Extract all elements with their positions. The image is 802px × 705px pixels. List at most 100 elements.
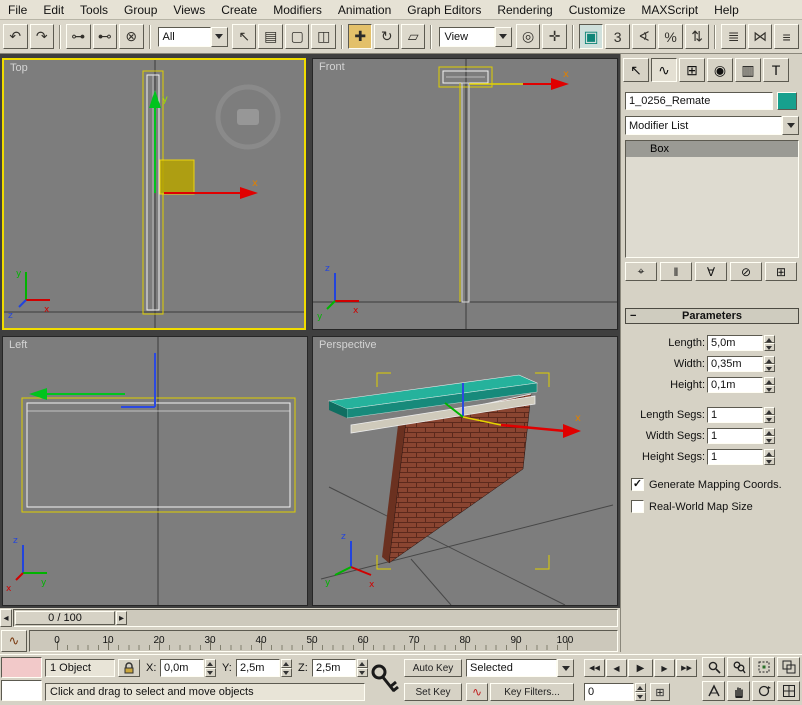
selection-set-arrow[interactable] xyxy=(557,659,574,677)
selection-filter-dropdown[interactable]: All xyxy=(158,27,228,47)
unlink-icon[interactable]: ⊷ xyxy=(93,24,118,49)
mini-curve-editor-icon[interactable]: ∿ xyxy=(1,630,27,652)
maximize-viewport-icon[interactable] xyxy=(777,681,800,701)
height-segs-spinner[interactable] xyxy=(764,449,775,465)
redo-icon[interactable]: ↷ xyxy=(30,24,55,49)
menu-rendering[interactable]: Rendering xyxy=(489,1,560,19)
pin-stack-icon[interactable]: ⌖ xyxy=(625,262,657,281)
width-spinner[interactable] xyxy=(764,356,775,372)
width-segs-field[interactable]: 1 xyxy=(707,428,763,444)
time-slider-next-icon[interactable]: ▸ xyxy=(116,611,127,625)
current-frame-spinner[interactable] xyxy=(635,683,646,701)
zoom-all-icon[interactable] xyxy=(727,657,750,677)
menu-maxscript[interactable]: MAXScript xyxy=(633,1,706,19)
selection-lock-icon[interactable] xyxy=(118,659,140,677)
time-slider-thumb[interactable]: 0 / 100 xyxy=(15,611,115,625)
field-of-view-icon[interactable] xyxy=(702,681,725,701)
height-spinner[interactable] xyxy=(764,377,775,393)
rectangular-region-icon[interactable]: ▢ xyxy=(285,24,310,49)
z-coord-spinner[interactable] xyxy=(357,659,368,677)
rollout-collapse-icon[interactable]: − xyxy=(630,310,636,322)
length-segs-spinner[interactable] xyxy=(764,407,775,423)
make-unique-icon[interactable]: ∀ xyxy=(695,262,727,281)
go-to-end-icon[interactable]: ▶▶ xyxy=(676,659,697,677)
use-pivot-center-icon[interactable]: ◎ xyxy=(516,24,541,49)
height-field[interactable]: 0,1m xyxy=(707,377,763,393)
configure-modifier-sets-icon[interactable]: ⊞ xyxy=(765,262,797,281)
tab-display[interactable]: ▥ xyxy=(735,58,761,82)
length-segs-field[interactable]: 1 xyxy=(707,407,763,423)
tab-motion[interactable]: ◉ xyxy=(707,58,733,82)
spinner-snap-icon[interactable]: ⇅ xyxy=(685,24,710,49)
select-and-rotate-icon[interactable]: ↻ xyxy=(374,24,399,49)
time-config-icon[interactable]: ⊞ xyxy=(650,683,670,701)
maxscript-mini-listener[interactable] xyxy=(1,680,42,701)
snaps-toggle-icon[interactable]: ▣ xyxy=(579,24,604,49)
gizmo-plane-handle[interactable] xyxy=(160,160,194,194)
x-coord-spinner[interactable] xyxy=(205,659,216,677)
width-field[interactable]: 0,35m xyxy=(707,356,763,372)
show-end-result-icon[interactable]: ‖ xyxy=(660,262,692,281)
maxscript-mini-listener-macro[interactable] xyxy=(1,657,42,678)
y-coord-field[interactable]: 2,5m xyxy=(236,659,280,677)
menu-modifiers[interactable]: Modifiers xyxy=(265,1,330,19)
remove-modifier-icon[interactable]: ⊘ xyxy=(730,262,762,281)
menu-group[interactable]: Group xyxy=(116,1,165,19)
height-segs-field[interactable]: 1 xyxy=(707,449,763,465)
default-tangents-icon[interactable]: ∿ xyxy=(466,683,488,701)
modifier-list-dropdown[interactable]: Modifier List xyxy=(625,116,782,135)
align-icon[interactable]: ≡ xyxy=(774,24,799,49)
select-and-manipulate-icon[interactable]: ✛ xyxy=(542,24,567,49)
pan-hand-icon[interactable] xyxy=(727,681,750,701)
angle-snap-icon[interactable]: ∢ xyxy=(632,24,657,49)
menu-tools[interactable]: Tools xyxy=(72,1,116,19)
menu-customize[interactable]: Customize xyxy=(561,1,634,19)
tab-hierarchy[interactable]: ⊞ xyxy=(679,58,705,82)
dropdown-arrow-icon[interactable] xyxy=(211,27,228,47)
viewport-left[interactable]: z y x Left xyxy=(2,336,308,606)
z-coord-field[interactable]: 2,5m xyxy=(312,659,356,677)
menu-file[interactable]: File xyxy=(0,1,35,19)
menu-edit[interactable]: Edit xyxy=(35,1,72,19)
percent-snap-icon[interactable]: % xyxy=(658,24,683,49)
mirror-icon[interactable]: ⋈ xyxy=(748,24,773,49)
dropdown-arrow-icon[interactable] xyxy=(495,27,512,47)
generate-mapping-coords-checkbox[interactable]: ✓ xyxy=(631,478,644,491)
named-selection-sets-icon[interactable]: ≣ xyxy=(721,24,746,49)
undo-icon[interactable]: ↶ xyxy=(3,24,28,49)
time-slider-prev-icon[interactable]: ◂ xyxy=(0,609,12,627)
key-filters-button[interactable]: Key Filters... xyxy=(490,683,574,701)
zoom-extents-all-icon[interactable] xyxy=(777,657,800,677)
arc-rotate-icon[interactable] xyxy=(752,681,775,701)
set-key-button[interactable]: Set Key xyxy=(404,683,462,701)
y-coord-spinner[interactable] xyxy=(281,659,292,677)
object-color-swatch[interactable] xyxy=(777,92,797,110)
length-spinner[interactable] xyxy=(764,335,775,351)
go-to-start-icon[interactable]: ◀◀ xyxy=(584,659,605,677)
previous-frame-icon[interactable]: ◀ xyxy=(606,659,627,677)
track-bar-ruler[interactable]: 0 10 20 30 40 50 60 70 80 90 100 xyxy=(29,630,618,652)
object-name-field[interactable]: 1_0256_Remate xyxy=(625,92,773,110)
select-and-scale-icon[interactable]: ▱ xyxy=(401,24,426,49)
stack-item-box[interactable]: Box xyxy=(626,141,798,157)
menu-views[interactable]: Views xyxy=(165,1,213,19)
time-slider-track[interactable]: 0 / 100 ▸ xyxy=(13,609,618,627)
select-by-name-icon[interactable]: ▤ xyxy=(258,24,283,49)
real-world-map-size-checkbox[interactable] xyxy=(631,500,644,513)
play-icon[interactable]: ▶ xyxy=(628,659,653,677)
length-field[interactable]: 5,0m xyxy=(707,335,763,351)
viewport-top[interactable]: y x y x z Top xyxy=(2,58,306,330)
select-object-icon[interactable]: ↖ xyxy=(232,24,257,49)
parameters-rollout-header[interactable]: − Parameters xyxy=(625,308,799,324)
menu-animation[interactable]: Animation xyxy=(330,1,399,19)
link-icon[interactable]: ⊶ xyxy=(66,24,91,49)
menu-graph-editors[interactable]: Graph Editors xyxy=(399,1,489,19)
zoom-extents-icon[interactable] xyxy=(752,657,775,677)
bind-to-spacewarp-icon[interactable]: ⊗ xyxy=(119,24,144,49)
current-frame-field[interactable]: 0 xyxy=(584,683,634,701)
modifier-list-arrow[interactable] xyxy=(782,116,799,135)
width-segs-spinner[interactable] xyxy=(764,428,775,444)
window-crossing-icon[interactable]: ◫ xyxy=(311,24,336,49)
snaps-3d-icon[interactable]: 3 xyxy=(605,24,630,49)
menu-help[interactable]: Help xyxy=(706,1,747,19)
